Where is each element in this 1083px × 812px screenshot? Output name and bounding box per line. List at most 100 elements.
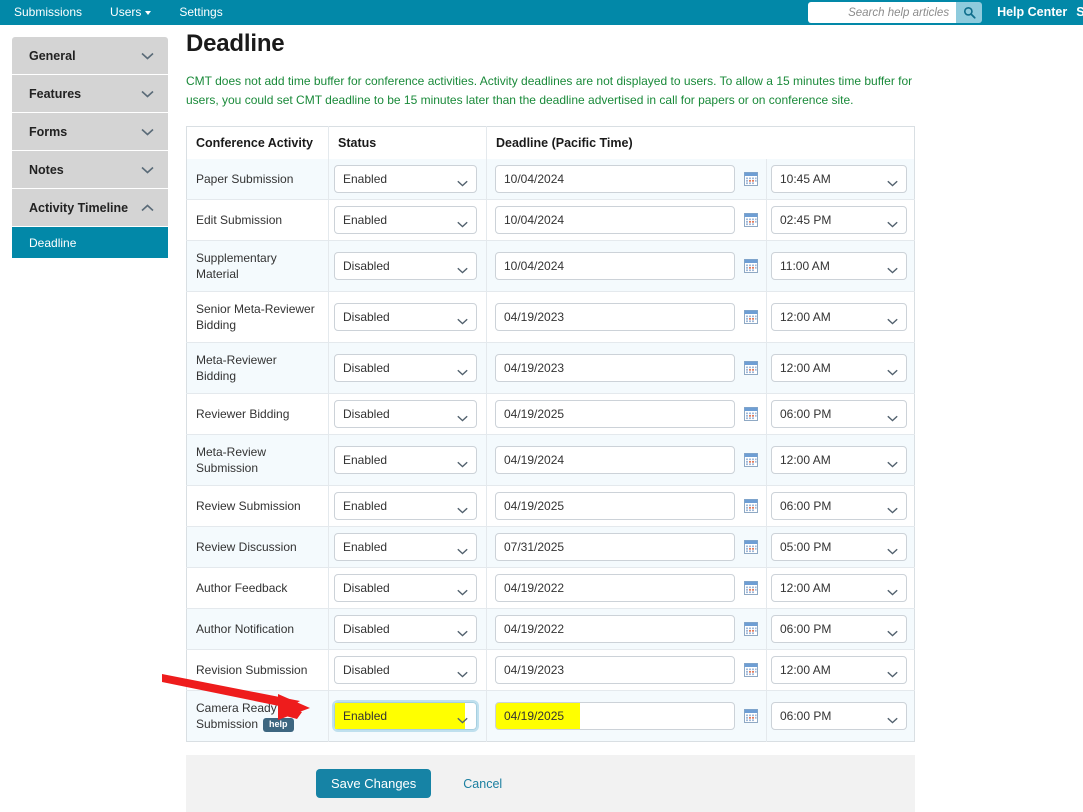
nav-item-submissions-label: Submissions (14, 5, 82, 19)
nav-item-submissions[interactable]: Submissions (0, 0, 96, 25)
activity-label: Meta-Reviewer Bidding (196, 353, 277, 383)
calendar-icon[interactable] (744, 663, 758, 677)
cell-activity-name: Camera Ready Submissionhelp (187, 691, 329, 742)
chevron-down-icon (887, 667, 898, 674)
cancel-link[interactable]: Cancel (463, 777, 502, 791)
deadline-time-select[interactable]: 12:00 AM (771, 656, 907, 684)
deadline-time-select[interactable]: 02:45 PM (771, 206, 907, 234)
deadline-time-select[interactable]: 12:00 AM (771, 446, 907, 474)
status-select[interactable]: Disabled (334, 400, 477, 428)
calendar-icon[interactable] (744, 361, 758, 375)
chevron-down-icon (457, 667, 468, 674)
deadline-date-input[interactable] (495, 574, 735, 602)
deadline-time-select[interactable]: 10:45 AM (771, 165, 907, 193)
status-select[interactable]: Enabled (334, 533, 477, 561)
activity-label: Review Discussion (196, 540, 297, 554)
search-button[interactable] (956, 2, 982, 23)
status-select-value: Disabled (343, 310, 457, 324)
deadline-date-input[interactable] (495, 533, 735, 561)
select-role-menu[interactable]: Sel (1076, 0, 1083, 25)
status-select[interactable]: Disabled (334, 574, 477, 602)
help-badge[interactable]: help (263, 718, 294, 732)
table-row: Review Submission Enabled 06:00 PM (187, 486, 915, 527)
status-select-value: Enabled (343, 213, 457, 227)
status-select-value: Enabled (335, 703, 465, 729)
deadline-time-select[interactable]: 12:00 AM (771, 303, 907, 331)
cell-status: Enabled (329, 486, 487, 527)
calendar-icon[interactable] (744, 172, 758, 186)
cell-deadline-time: 12:00 AM (767, 435, 915, 486)
sidebar-group-activity-timeline[interactable]: Activity Timeline (12, 189, 168, 227)
nav-item-settings[interactable]: Settings (165, 0, 236, 25)
deadline-date-input[interactable] (495, 354, 735, 382)
calendar-icon[interactable] (744, 581, 758, 595)
status-select-value: Disabled (343, 259, 457, 273)
deadline-date-input[interactable] (495, 446, 735, 474)
sidebar-group-features[interactable]: Features (12, 75, 168, 113)
cell-status: Enabled (329, 200, 487, 241)
sidebar-group-general[interactable]: General (12, 37, 168, 75)
save-changes-button[interactable]: Save Changes (316, 769, 431, 798)
calendar-icon[interactable] (744, 213, 758, 227)
status-select[interactable]: Enabled (334, 702, 477, 730)
calendar-icon[interactable] (744, 310, 758, 324)
deadline-time-select[interactable]: 12:00 AM (771, 354, 907, 382)
deadline-date-input[interactable] (495, 206, 735, 234)
status-select-value: Disabled (343, 663, 457, 677)
deadline-date-input[interactable] (495, 656, 735, 684)
status-select[interactable]: Enabled (334, 206, 477, 234)
calendar-icon[interactable] (744, 453, 758, 467)
status-select[interactable]: Disabled (334, 615, 477, 643)
deadline-table-head: Conference Activity Status Deadline (Pac… (187, 127, 915, 160)
activity-label: Reviewer Bidding (196, 407, 289, 421)
deadline-time-select[interactable]: 05:00 PM (771, 533, 907, 561)
sidebar-group-forms[interactable]: Forms (12, 113, 168, 151)
nav-item-users[interactable]: Users (96, 0, 165, 25)
calendar-icon[interactable] (744, 622, 758, 636)
calendar-icon[interactable] (744, 709, 758, 723)
sidebar-group-notes[interactable]: Notes (12, 151, 168, 189)
status-select[interactable]: Enabled (334, 446, 477, 474)
deadline-time-select[interactable]: 06:00 PM (771, 400, 907, 428)
form-footer: Save Changes Cancel (186, 755, 915, 812)
deadline-time-value: 12:00 AM (780, 663, 887, 677)
chevron-down-icon (457, 457, 468, 464)
deadline-date-input[interactable] (495, 400, 735, 428)
calendar-icon[interactable] (744, 540, 758, 554)
deadline-time-value: 06:00 PM (780, 622, 887, 636)
table-row: Meta-Review Submission Enabled 12:00 AM (187, 435, 915, 486)
deadline-time-select[interactable]: 06:00 PM (771, 615, 907, 643)
status-select[interactable]: Disabled (334, 656, 477, 684)
sidebar-group-forms-label: Forms (29, 125, 67, 139)
status-select[interactable]: Disabled (334, 252, 477, 280)
calendar-icon[interactable] (744, 499, 758, 513)
calendar-icon[interactable] (744, 259, 758, 273)
cell-activity-name: Review Discussion (187, 527, 329, 568)
deadline-date-input[interactable] (495, 252, 735, 280)
deadline-date-input[interactable] (495, 492, 735, 520)
sidebar-item-deadline[interactable]: Deadline (12, 227, 168, 258)
cell-status: Enabled (329, 435, 487, 486)
deadline-date-input[interactable] (495, 615, 735, 643)
table-row: Senior Meta-Reviewer Bidding Disabled 12… (187, 292, 915, 343)
search-input[interactable] (808, 2, 956, 23)
deadline-date-input[interactable] (495, 702, 735, 730)
deadline-date-input[interactable] (495, 165, 735, 193)
help-center-menu[interactable]: Help Center (988, 0, 1076, 25)
status-select[interactable]: Disabled (334, 303, 477, 331)
deadline-time-select[interactable]: 12:00 AM (771, 574, 907, 602)
cell-deadline-time: 11:00 AM (767, 241, 915, 292)
activity-label: Edit Submission (196, 213, 282, 227)
deadline-time-select[interactable]: 06:00 PM (771, 492, 907, 520)
status-select[interactable]: Disabled (334, 354, 477, 382)
deadline-date-input[interactable] (495, 303, 735, 331)
cell-deadline-time: 12:00 AM (767, 343, 915, 394)
calendar-icon[interactable] (744, 407, 758, 421)
activity-label: Supplementary Material (196, 251, 277, 281)
chevron-down-icon (141, 90, 154, 98)
cell-deadline-date (487, 691, 767, 742)
deadline-time-select[interactable]: 11:00 AM (771, 252, 907, 280)
status-select[interactable]: Enabled (334, 492, 477, 520)
status-select[interactable]: Enabled (334, 165, 477, 193)
deadline-time-select[interactable]: 06:00 PM (771, 702, 907, 730)
